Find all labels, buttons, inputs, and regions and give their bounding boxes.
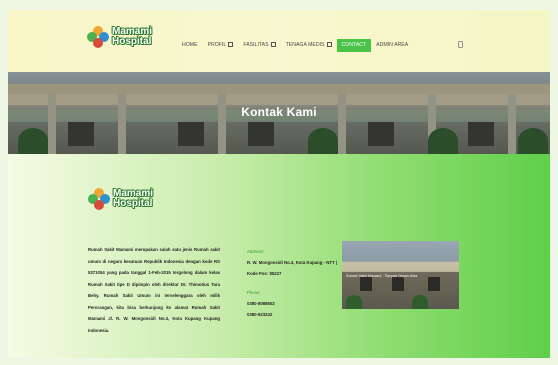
logo-text: Mamami Hospital <box>112 27 152 47</box>
phone-2[interactable]: 0380-823242 <box>247 309 339 320</box>
nav-tenaga-medis[interactable]: TENAGA MEDIS <box>281 39 337 52</box>
page-banner: Kontak Kami <box>8 72 550 154</box>
logo-text: Mamami Hospital <box>113 189 153 209</box>
contact-section: Mamami Hospital Rumah Sakit Mamami merup… <box>8 154 550 358</box>
nav-admin-area[interactable]: ADMIN AREA <box>371 39 413 52</box>
address-label: Address: <box>247 249 264 254</box>
phone-label: Phone: <box>247 290 261 295</box>
page-title: Kontak Kami <box>241 105 317 119</box>
logo-icon <box>88 188 110 210</box>
dropdown-icon <box>228 42 234 48</box>
main-nav: HOME PROFIL FASILITAS TENAGA MEDIS CONTA… <box>177 39 413 52</box>
photo-caption: Rumah Sakit Mamami - Tampak Depan Area <box>346 274 418 278</box>
logo-line-2: Hospital <box>113 198 153 209</box>
hospital-description: Rumah Sakit Mamami merupakan salah satu … <box>88 247 220 333</box>
logo-line-2: Hospital <box>112 36 152 47</box>
hospital-photo: Rumah Sakit Mamami - Tampak Depan Area <box>342 241 459 309</box>
nav-fasilitas[interactable]: FASILITAS <box>238 39 280 52</box>
nav-contact[interactable]: CONTACT <box>336 39 372 52</box>
site-header: Mamami Hospital HOME PROFIL FASILITAS TE… <box>8 10 550 72</box>
content-logo: Mamami Hospital <box>88 188 153 210</box>
dropdown-icon <box>270 42 276 48</box>
address-text: R. W. Mongonsidi No.3, Kota Kupang - NTT… <box>247 260 337 276</box>
search-icon[interactable] <box>458 41 463 48</box>
nav-home[interactable]: HOME <box>177 39 203 52</box>
contact-info: Address: R. W. Mongonsidi No.3, Kota Kup… <box>247 246 339 320</box>
phone-1[interactable]: 0380-8088652 <box>247 298 339 309</box>
logo-icon <box>87 26 109 48</box>
page: Mamami Hospital HOME PROFIL FASILITAS TE… <box>8 10 550 358</box>
dropdown-icon <box>326 42 332 48</box>
nav-profil[interactable]: PROFIL <box>203 39 239 52</box>
site-logo[interactable]: Mamami Hospital <box>87 26 152 48</box>
